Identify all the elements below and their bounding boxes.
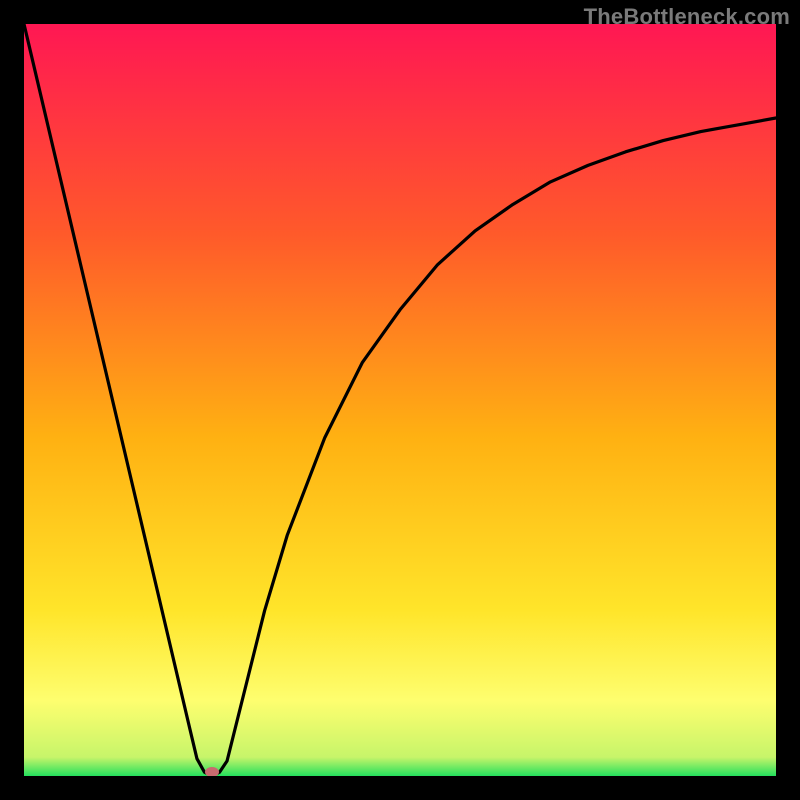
gradient-background [24, 24, 776, 776]
watermark-label: TheBottleneck.com [584, 4, 790, 30]
bottleneck-chart [24, 24, 776, 776]
chart-frame [24, 24, 776, 776]
